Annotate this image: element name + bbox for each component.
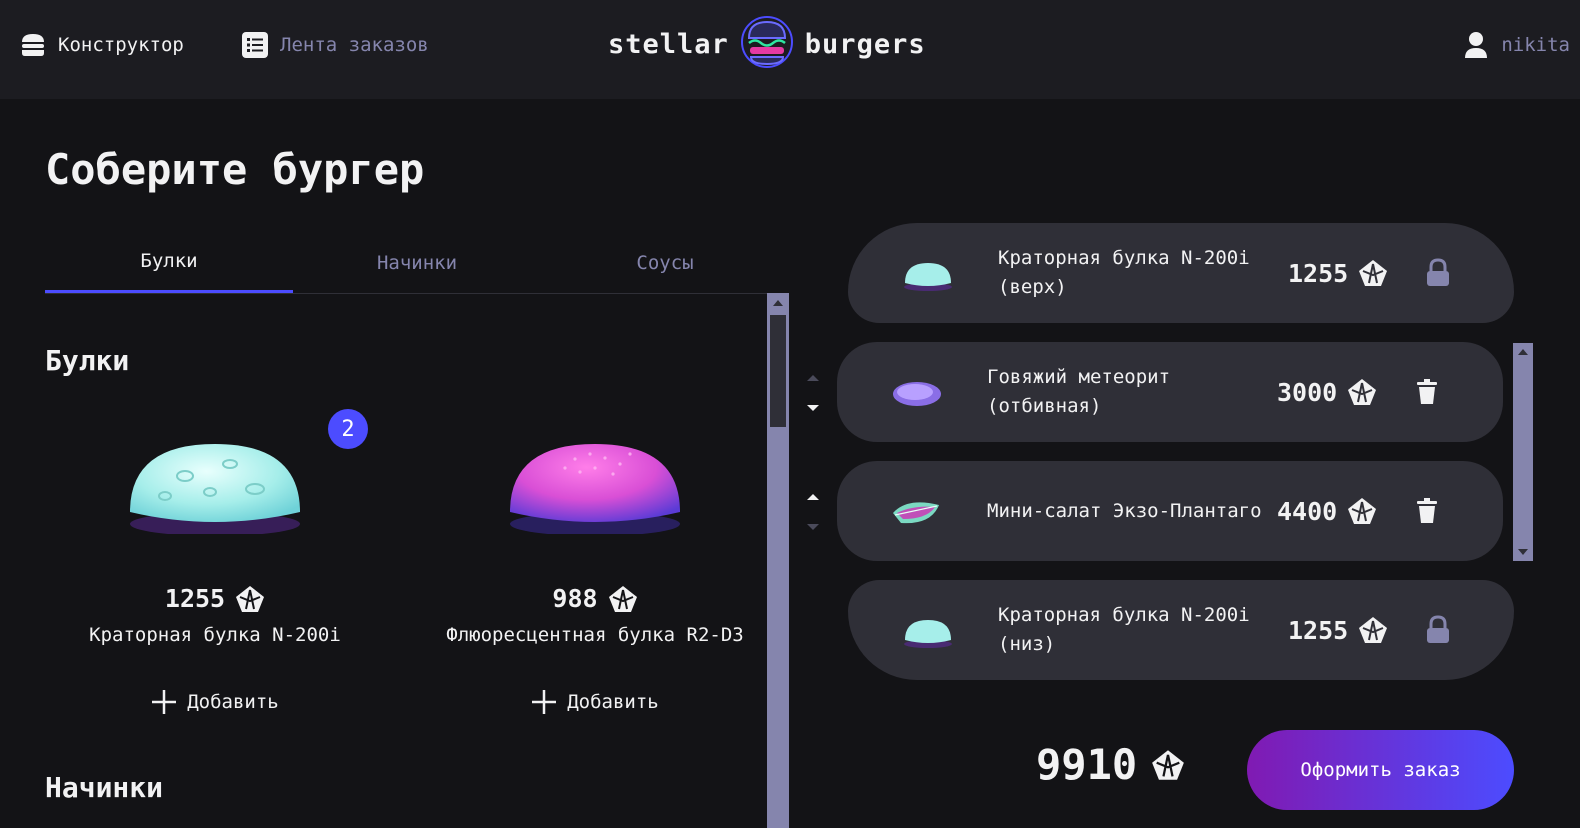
currency-icon	[608, 585, 637, 612]
burger-icon	[18, 30, 48, 60]
scroll-up-icon[interactable]	[1513, 345, 1533, 359]
item-price: 1255	[1288, 259, 1418, 288]
card-price-value: 1255	[164, 584, 226, 613]
scrollbar-thumb[interactable]	[770, 315, 786, 427]
ingredients-list[interactable]: Булки 2 1255 Краторная булка N-200i Доба…	[45, 294, 767, 828]
constructor-bottom-bun: Краторная булка N-200i (низ) 1255	[848, 580, 1514, 680]
delete-icon[interactable]	[1407, 372, 1447, 412]
item-name: Краторная булка N-200i (низ)	[998, 604, 1250, 655]
logo-text-right: burgers	[804, 28, 926, 60]
nav-constructor[interactable]: Конструктор	[18, 28, 184, 62]
constructor-filling-item[interactable]: Говяжий метеорит (отбивная) 3000	[837, 342, 1503, 442]
nav-feed[interactable]: Лента заказов	[240, 28, 429, 62]
salad-thumb	[893, 502, 939, 524]
plus-icon	[152, 690, 177, 714]
item-price-value: 1255	[1288, 615, 1349, 645]
add-button[interactable]: Добавить	[423, 689, 767, 715]
lock-icon	[1418, 610, 1458, 650]
ingredient-card[interactable]: 988 Флюоресцентная булка R2-D3 Добавить	[423, 294, 767, 714]
nav-constructor-label: Конструктор	[58, 34, 184, 56]
logo-burger-icon	[739, 14, 795, 74]
scroll-down-icon[interactable]	[1513, 545, 1533, 559]
currency-icon	[1152, 749, 1185, 780]
place-order-button[interactable]: Оформить заказ	[1247, 730, 1514, 810]
currency-icon	[1359, 260, 1388, 286]
add-button-label: Добавить	[567, 691, 659, 713]
logo[interactable]: stellar burgers	[608, 14, 970, 74]
item-price: 1255	[1288, 616, 1418, 645]
tab-fillings[interactable]: Начинки	[293, 232, 541, 293]
scroll-up-icon[interactable]	[770, 295, 786, 311]
order-total: 9910	[1036, 740, 1185, 789]
card-price: 1255	[45, 584, 385, 613]
fluorescent-bun-image	[510, 444, 680, 534]
nav-profile[interactable]: nikita	[1461, 28, 1570, 62]
order-total-value: 9910	[1036, 740, 1138, 789]
item-name: Говяжий метеорит (отбивная)	[987, 366, 1171, 417]
counter-badge: 2	[328, 409, 368, 449]
app-header: Конструктор Лента заказов stellar burger…	[0, 0, 1580, 99]
item-price-value: 4400	[1277, 496, 1338, 526]
card-name: Флюоресцентная булка R2-D3	[446, 624, 744, 646]
item-price-value: 1255	[1288, 258, 1349, 288]
lock-icon	[1418, 253, 1458, 293]
card-price-value: 988	[552, 584, 598, 613]
item-name: Мини-салат Экзо-Плантаго	[987, 499, 1262, 522]
tab-buns[interactable]: Булки	[45, 232, 293, 293]
meat-thumb	[893, 382, 941, 406]
ingredients-scrollbar[interactable]	[767, 293, 789, 828]
delete-icon[interactable]	[1407, 491, 1447, 531]
page-title: Соберите бургер	[45, 145, 425, 194]
profile-name: nikita	[1501, 34, 1570, 56]
item-price-value: 3000	[1277, 377, 1338, 407]
ingredient-card[interactable]: 2 1255 Краторная булка N-200i Добавить	[45, 294, 385, 714]
section-title-fillings: Начинки	[45, 771, 164, 804]
drag-arrows-icon[interactable]	[802, 373, 824, 413]
constructor-top-bun: Краторная булка N-200i (верх) 1255	[848, 223, 1514, 323]
ingredient-tabs: Булки Начинки Соусы	[45, 232, 789, 294]
currency-icon	[1348, 379, 1377, 405]
drag-arrows-icon[interactable]	[802, 492, 824, 532]
crater-bun-thumb	[904, 263, 952, 291]
card-price: 988	[423, 584, 767, 613]
profile-icon	[1461, 30, 1491, 60]
card-name: Краторная булка N-200i	[89, 624, 341, 646]
crater-bun-thumb	[904, 620, 952, 648]
add-button-label: Добавить	[187, 691, 279, 713]
constructor-filling-item[interactable]: Мини-салат Экзо-Плантаго 4400	[837, 461, 1503, 561]
currency-icon	[236, 585, 265, 612]
crater-bun-image	[130, 444, 300, 534]
plus-icon	[532, 690, 557, 714]
logo-text-left: stellar	[608, 28, 729, 60]
item-price: 4400	[1277, 497, 1407, 526]
currency-icon	[1348, 498, 1377, 524]
currency-icon	[1359, 617, 1388, 643]
item-name: Краторная булка N-200i (верх)	[998, 247, 1250, 298]
nav-feed-label: Лента заказов	[280, 34, 429, 56]
item-price: 3000	[1277, 378, 1407, 407]
add-button[interactable]: Добавить	[45, 689, 385, 715]
constructor-scrollbar[interactable]	[1513, 343, 1533, 561]
tab-sauces[interactable]: Соусы	[541, 232, 789, 293]
list-icon	[240, 30, 270, 60]
